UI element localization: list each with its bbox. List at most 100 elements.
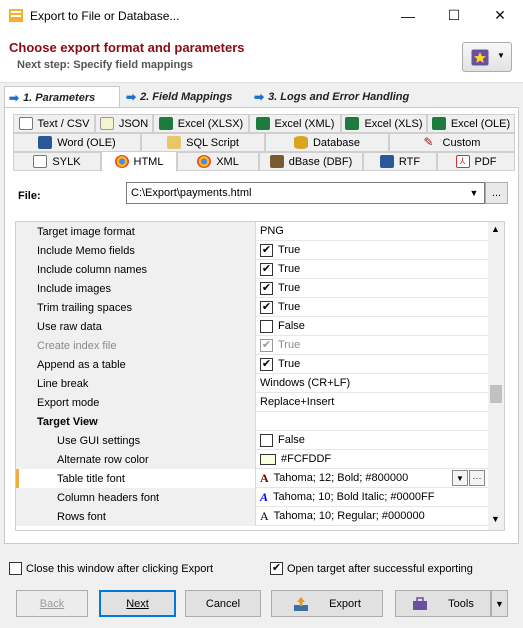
favorites-button[interactable]: ▼ [462, 42, 512, 72]
property-row[interactable]: Include Memo fields ✔ True [16, 241, 490, 260]
property-row[interactable]: Include images ✔ True [16, 279, 490, 298]
checkbox-unchecked[interactable] [260, 433, 273, 447]
header-title: Choose export format and parameters [9, 40, 245, 55]
minimize-icon: — [401, 7, 415, 24]
tab-xml[interactable]: XML [177, 152, 259, 171]
tab-custom[interactable]: ✎ Custom [389, 133, 515, 152]
property-row[interactable]: Use GUI settings False [16, 431, 490, 450]
tab-sql-script[interactable]: SQL Script [141, 133, 265, 152]
export-button[interactable]: Export [271, 590, 383, 617]
property-group-header[interactable]: Target View [16, 412, 490, 431]
text-file-icon [18, 117, 33, 130]
sql-script-icon [167, 136, 182, 149]
word-icon [38, 136, 53, 149]
toolbox-icon [413, 596, 428, 610]
pdf-icon: ⅄ [455, 155, 470, 168]
scroll-up-icon[interactable]: ▲ [491, 224, 500, 234]
wizard-header: Choose export format and parameters Next… [0, 31, 523, 83]
file-label: File: [18, 190, 41, 202]
database-icon [293, 136, 308, 149]
property-row[interactable]: Append as a table ✔ True [16, 355, 490, 374]
sylk-icon [33, 155, 48, 168]
parameters-panel: Text / CSV JSON Excel (XLSX) Excel (XML)… [4, 107, 519, 544]
step-field-mappings[interactable]: ➡ 2. Field Mappings [122, 87, 246, 107]
tools-dropdown-button[interactable]: ▼ [491, 590, 508, 617]
excel-icon [255, 117, 270, 130]
window-title: Export to File or Database... [30, 9, 180, 23]
rtf-icon [379, 155, 394, 168]
checkbox-checked[interactable]: ✔ [260, 357, 273, 371]
tab-word-ole[interactable]: Word (OLE) [13, 133, 141, 152]
browse-button[interactable]: ... [485, 182, 508, 204]
checkbox-checked[interactable]: ✔ [260, 300, 273, 314]
excel-icon [158, 117, 173, 130]
scrollbar-thumb[interactable] [490, 385, 502, 403]
property-row[interactable]: Column headers font A Tahoma; 10; Bold Ita… [16, 488, 490, 507]
tab-text-csv[interactable]: Text / CSV [13, 114, 95, 133]
step-parameters[interactable]: ➡ 1. Parameters [4, 86, 120, 108]
tab-pdf[interactable]: ⅄ PDF [437, 152, 515, 171]
checkbox-checked[interactable]: ✔ [260, 281, 273, 295]
checkbox-checked[interactable]: ✔ [260, 243, 273, 257]
dbase-icon [269, 155, 284, 168]
maximize-icon: ☐ [447, 7, 461, 23]
tab-sylk[interactable]: SYLK [13, 152, 101, 171]
property-grid: Target image format PNG Include Memo fiel… [15, 221, 505, 531]
chrome-icon [197, 155, 212, 168]
tab-html[interactable]: HTML [101, 151, 177, 172]
property-row[interactable]: Alternate row color #FCFDDF [16, 450, 490, 469]
property-row[interactable]: Include column names ✔ True [16, 260, 490, 279]
step-logs[interactable]: ➡ 3. Logs and Error Handling [250, 87, 426, 107]
excel-icon [431, 117, 446, 130]
vertical-scrollbar[interactable]: ▲ ▼ [488, 222, 504, 530]
excel-icon [345, 117, 360, 130]
chrome-icon [114, 155, 129, 168]
property-row[interactable]: Target image format PNG [16, 222, 490, 241]
property-row[interactable]: Export mode Replace+Insert [16, 393, 490, 412]
back-button[interactable]: Back [16, 590, 88, 617]
property-row[interactable]: Rows font A Tahoma; 10; Regular; #000000 [16, 507, 490, 526]
next-button[interactable]: Next [99, 590, 176, 617]
file-path-input[interactable]: C:\Export\payments.html [126, 182, 485, 204]
property-row[interactable]: Create index file ✔ True [16, 336, 490, 355]
chevron-down-icon[interactable]: ▼ [464, 183, 484, 203]
pencil-icon: ✎ [423, 135, 434, 149]
tab-json[interactable]: JSON [95, 114, 153, 133]
checkbox-unchecked[interactable] [9, 562, 22, 575]
tab-database[interactable]: Database [265, 133, 389, 152]
open-target-option[interactable]: ✔ Open target after successful exporting [270, 562, 473, 575]
close-after-export-option[interactable]: Close this window after clicking Export [9, 562, 213, 575]
tab-excel-xls[interactable]: Excel (XLS) [341, 114, 427, 133]
tools-button[interactable]: Tools [395, 590, 491, 617]
tab-excel-xml[interactable]: Excel (XML) [249, 114, 341, 133]
font-icon: A [260, 508, 269, 523]
checkbox-checked[interactable]: ✔ [260, 338, 273, 352]
maximize-button[interactable]: ☐ [431, 0, 477, 31]
color-swatch [260, 453, 276, 465]
checkbox-checked[interactable]: ✔ [270, 562, 283, 575]
property-row[interactable]: Trim trailing spaces ✔ True [16, 298, 490, 317]
cancel-button[interactable]: Cancel [185, 590, 261, 617]
tab-rtf[interactable]: RTF [363, 152, 437, 171]
property-row[interactable]: Use raw data False [16, 317, 490, 336]
tab-excel-xlsx[interactable]: Excel (XLSX) [153, 114, 249, 133]
star-icon [471, 49, 489, 66]
checkbox-unchecked[interactable] [260, 319, 273, 333]
tab-dbase-dbf[interactable]: dBase (DBF) [259, 152, 363, 171]
checkbox-checked[interactable]: ✔ [260, 262, 273, 276]
header-subtitle: Next step: Specify field mappings [17, 59, 194, 71]
wizard-steps: ➡ 1. Parameters ➡ 2. Field Mappings ➡ 3. Lo… [0, 84, 523, 108]
ellipsis-button[interactable]: ··· [469, 470, 485, 486]
tab-excel-ole[interactable]: Excel (OLE) [427, 114, 515, 133]
scroll-down-icon[interactable]: ▼ [491, 514, 500, 524]
property-row-selected[interactable]: Table title font A Tahoma; 12; Bold; #8000… [16, 469, 490, 488]
arrow-right-icon: ➡ [254, 90, 265, 104]
chevron-down-icon: ▼ [495, 598, 504, 609]
dropdown-button[interactable]: ▼ [452, 470, 468, 486]
minimize-button[interactable]: — [385, 0, 431, 31]
close-button[interactable]: ✕ [477, 0, 523, 31]
app-icon [9, 9, 23, 22]
chevron-down-icon: ▼ [497, 51, 505, 60]
property-row[interactable]: Line break Windows (CR+LF) [16, 374, 490, 393]
font-icon: A [260, 489, 269, 504]
